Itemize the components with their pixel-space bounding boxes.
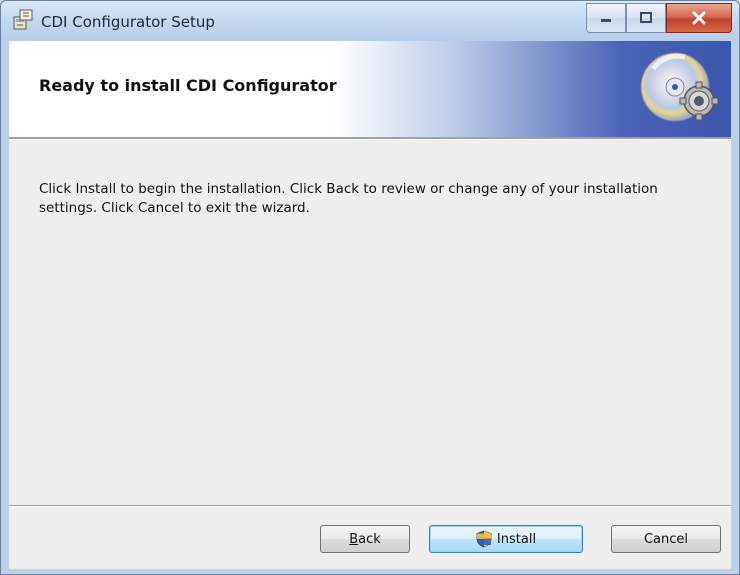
install-button[interactable]: Install	[429, 525, 583, 553]
cd-disc-icon	[633, 43, 725, 135]
maximize-button[interactable]	[626, 3, 666, 33]
close-icon	[691, 11, 707, 25]
close-button[interactable]	[666, 3, 732, 33]
page-title: Ready to install CDI Configurator	[39, 76, 337, 95]
instructions-text: Click Install to begin the installation.…	[39, 181, 658, 216]
setup-window: CDI Configurator Setup Ready to install …	[0, 0, 740, 575]
title-bar[interactable]: CDI Configurator Setup	[1, 1, 739, 41]
back-label: ack	[358, 531, 381, 547]
minimize-button[interactable]	[586, 3, 626, 33]
header-banner: Ready to install CDI Configurator	[9, 41, 731, 137]
maximize-icon	[639, 12, 653, 24]
cancel-button[interactable]: Cancel	[611, 525, 721, 553]
minimize-icon	[599, 13, 613, 23]
button-bar: Back Install Cancel	[9, 507, 731, 569]
install-label: Install	[496, 531, 537, 547]
window-title: CDI Configurator Setup	[41, 13, 215, 31]
back-button[interactable]: Back	[320, 525, 410, 553]
installer-icon	[11, 8, 35, 32]
back-mnemonic: B	[349, 531, 359, 547]
uac-shield-icon	[476, 530, 492, 548]
content-area: Click Install to begin the installation.…	[9, 140, 731, 505]
cancel-label: Cancel	[643, 531, 689, 547]
